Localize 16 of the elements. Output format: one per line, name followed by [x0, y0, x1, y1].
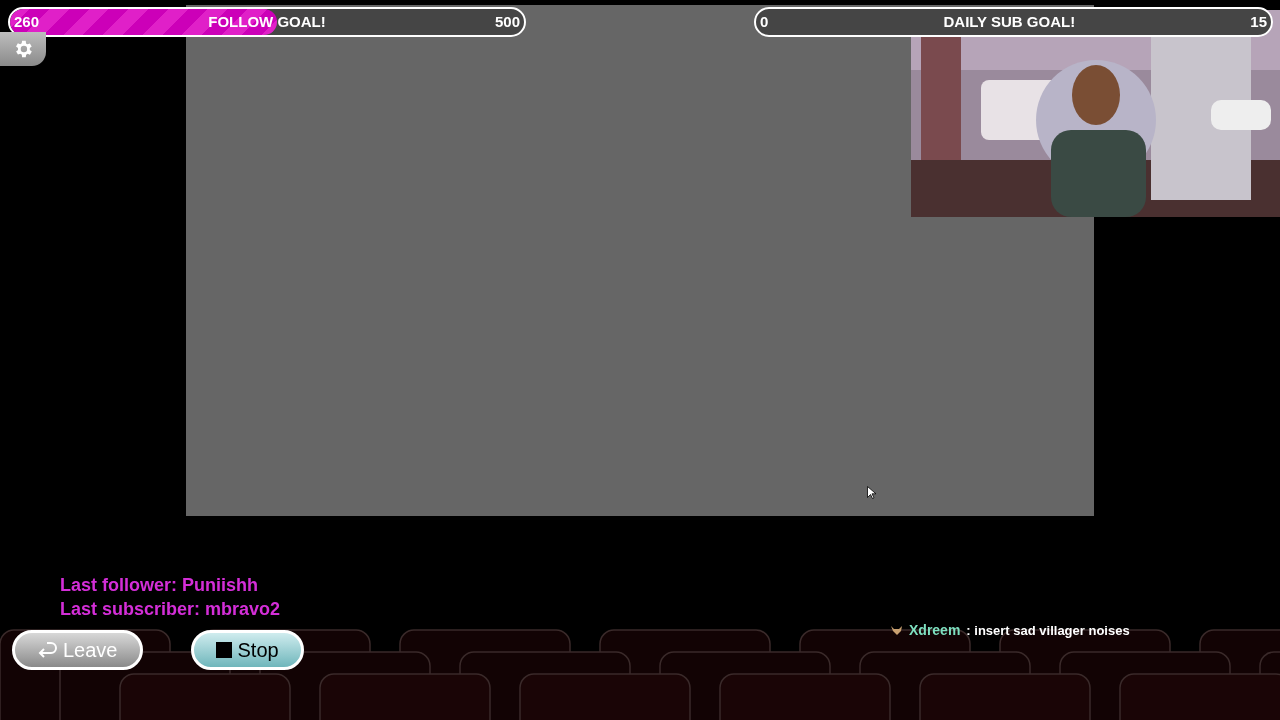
- settings-button[interactable]: [0, 32, 46, 66]
- goal-title: DAILY SUB GOAL!: [943, 11, 1076, 32]
- stop-button[interactable]: Stop: [190, 630, 304, 670]
- goal-target-count: 500: [494, 11, 520, 32]
- cursor-icon: [867, 486, 876, 499]
- stop-icon: [215, 642, 232, 658]
- badge-icon: [890, 625, 903, 636]
- last-follower-text: Last follower: Puniishh: [60, 574, 259, 596]
- return-arrow-icon: [37, 641, 57, 659]
- goal-target-count: 15: [1250, 11, 1267, 32]
- last-subscriber-text: Last subscriber: mbravo2: [60, 598, 282, 620]
- goal-start-count: 0: [760, 11, 769, 32]
- chat-message: : insert sad villager noises: [966, 621, 1130, 640]
- chat-username: Xdreem: [909, 621, 961, 640]
- goal-title: FOLLOW GOAL!: [208, 11, 326, 32]
- goal-start-count: 260: [14, 11, 40, 32]
